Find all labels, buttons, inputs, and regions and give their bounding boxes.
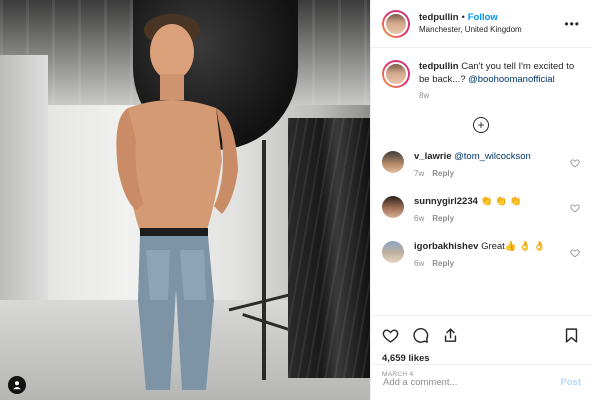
commenter-username[interactable]: igorbakhishev xyxy=(414,241,478,252)
comment-text: Great👍 👌 👌 xyxy=(481,241,546,252)
commenter-avatar[interactable] xyxy=(382,196,404,218)
reply-button[interactable]: Reply xyxy=(432,214,454,223)
likes-count[interactable]: 4,659 likes xyxy=(382,353,580,364)
add-comment-bar: Post xyxy=(371,364,592,400)
caption-body: tedpullin Can't you tell I'm excited to … xyxy=(419,60,580,102)
plus-circle-icon[interactable]: + xyxy=(473,117,489,133)
comment-meta: 7w Reply xyxy=(414,167,570,180)
add-comment-input[interactable] xyxy=(383,377,561,388)
follow-button[interactable]: Follow xyxy=(468,12,498,23)
commenter-username[interactable]: v_lawrie xyxy=(414,151,452,162)
post-comment-button[interactable]: Post xyxy=(560,377,581,388)
caption-avatar[interactable] xyxy=(384,62,408,86)
comment-like-heart-icon[interactable] xyxy=(570,158,580,168)
comment-body: sunnygirl2234 👏 👏 👏 6w Reply xyxy=(414,195,570,225)
caption-time[interactable]: 8w xyxy=(419,89,580,102)
comment-item: igorbakhishev Great👍 👌 👌 6w Reply xyxy=(382,240,580,270)
share-icon[interactable] xyxy=(442,327,459,344)
user-tag-icon xyxy=(13,381,21,390)
action-icons xyxy=(382,324,580,346)
commenter-username[interactable]: sunnygirl2234 xyxy=(414,196,478,207)
post-side-panel: tedpullin • Follow Manchester, United King… xyxy=(370,0,592,400)
author-avatar-ring[interactable] xyxy=(382,9,410,38)
post-photo[interactable] xyxy=(0,0,370,400)
instagram-post: tedpullin • Follow Manchester, United King… xyxy=(0,0,592,400)
author-username[interactable]: tedpullin xyxy=(419,12,459,23)
comment-meta: 6w Reply xyxy=(414,212,570,225)
comment-text: 👏 👏 👏 xyxy=(480,196,522,207)
caption-username[interactable]: tedpullin xyxy=(419,61,459,72)
comment-body: igorbakhishev Great👍 👌 👌 6w Reply xyxy=(414,240,570,270)
comments-list[interactable]: tedpullin Can't you tell I'm excited to … xyxy=(371,48,592,315)
separator-dot: • xyxy=(461,12,465,22)
load-more-comments[interactable]: + xyxy=(382,117,580,133)
model-figure xyxy=(116,14,238,390)
reply-button[interactable]: Reply xyxy=(432,259,454,268)
post-caption: tedpullin Can't you tell I'm excited to … xyxy=(382,60,580,102)
comment-time[interactable]: 6w xyxy=(414,259,424,268)
author-info: tedpullin • Follow Manchester, United King… xyxy=(419,11,564,36)
post-header: tedpullin • Follow Manchester, United King… xyxy=(371,0,592,48)
caption-mention[interactable]: @boohoomanofficial xyxy=(468,74,555,85)
comment-time[interactable]: 6w xyxy=(414,214,424,223)
comment-meta: 6w Reply xyxy=(414,257,570,270)
more-options-icon[interactable]: ••• xyxy=(564,17,580,31)
comment-body: v_lawrie @tom_wilcockson 7w Reply xyxy=(414,150,570,180)
comment-item: v_lawrie @tom_wilcockson 7w Reply xyxy=(382,150,580,180)
author-avatar[interactable] xyxy=(384,11,408,36)
heart-icon[interactable] xyxy=(382,327,399,344)
comment-time[interactable]: 7w xyxy=(414,169,424,178)
user-tag-button[interactable] xyxy=(8,376,26,394)
commenter-avatar[interactable] xyxy=(382,241,404,263)
caption-avatar-ring[interactable] xyxy=(382,60,410,88)
bookmark-icon[interactable] xyxy=(563,327,580,344)
reply-button[interactable]: Reply xyxy=(432,169,454,178)
comment-like-heart-icon[interactable] xyxy=(570,248,580,258)
comment-icon[interactable] xyxy=(412,327,429,344)
comment-like-heart-icon[interactable] xyxy=(570,203,580,213)
comment-item: sunnygirl2234 👏 👏 👏 6w Reply xyxy=(382,195,580,225)
commenter-avatar[interactable] xyxy=(382,151,404,173)
post-location[interactable]: Manchester, United Kingdom xyxy=(419,24,564,36)
comment-mention[interactable]: @tom_wilcockson xyxy=(454,151,531,162)
